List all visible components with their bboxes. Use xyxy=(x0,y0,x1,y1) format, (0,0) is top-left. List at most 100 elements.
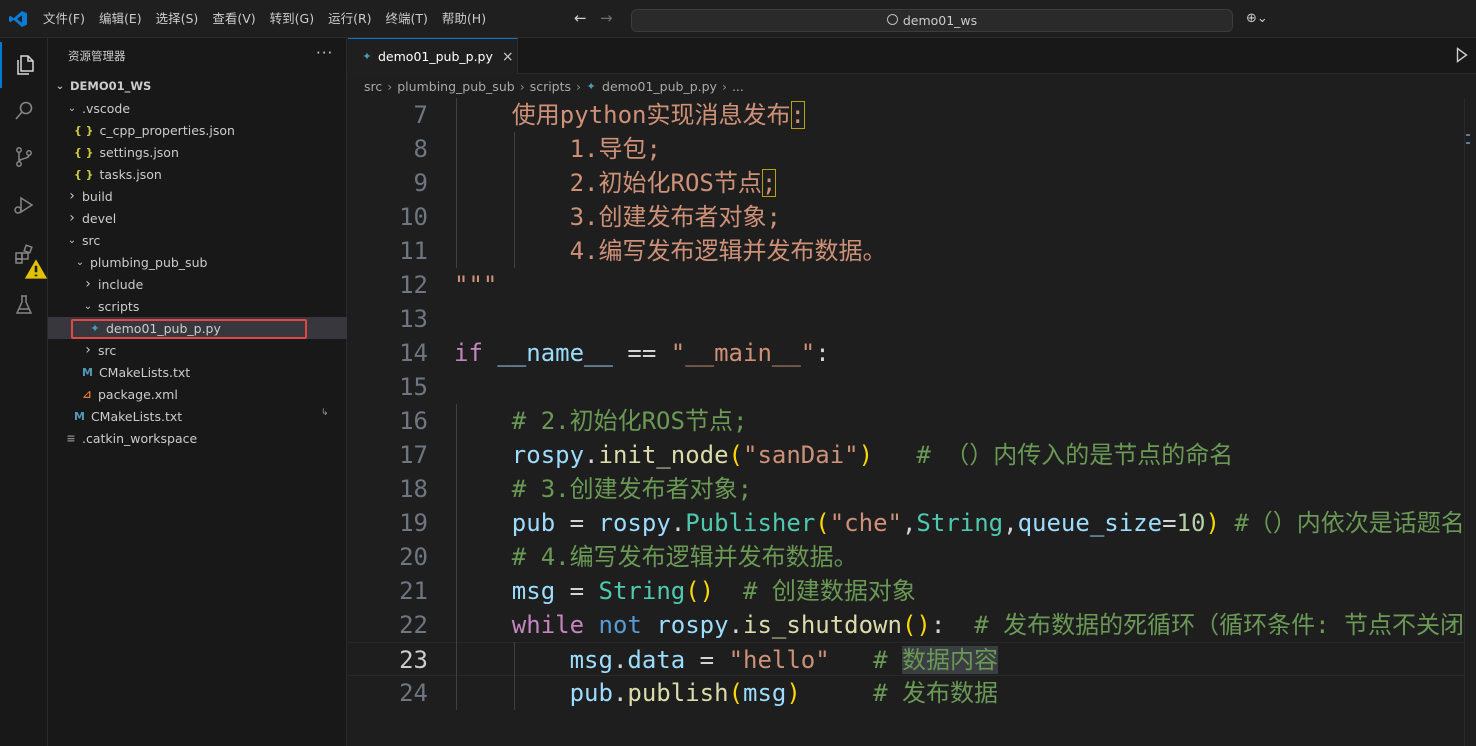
tree-item-c-cpp-properties-json[interactable]: { } c_cpp_properties.json xyxy=(48,119,347,141)
close-icon[interactable]: × xyxy=(502,49,514,65)
search-icon[interactable] xyxy=(0,88,48,134)
tree-item-package-xml[interactable]: ⊿ package.xml xyxy=(48,383,347,405)
code-token: = xyxy=(555,509,599,537)
code-token: String xyxy=(916,509,1004,537)
tree-item-src[interactable]: ⌄ src xyxy=(48,229,347,251)
tree-item-cmakelists-txt[interactable]: M CMakeLists.txt xyxy=(48,405,347,427)
chevron-right-icon: › xyxy=(69,188,75,204)
tree-item-settings-json[interactable]: { } settings.json xyxy=(48,141,347,163)
menu-item-1[interactable]: 编辑(E) xyxy=(92,7,149,31)
menu-item-5[interactable]: 运行(R) xyxy=(321,7,378,31)
code-line: 11 4.编写发布逻辑并发布数据。 xyxy=(348,234,1464,268)
breadcrumb-item[interactable]: demo01_pub_p.py xyxy=(602,79,717,94)
menu-item-4[interactable]: 转到(G) xyxy=(263,7,321,31)
code-token: ) xyxy=(786,679,801,707)
line-number: 17 xyxy=(399,441,428,469)
tree-item-vscode[interactable]: ⌄ .vscode xyxy=(48,97,347,119)
explorer-icon[interactable] xyxy=(0,42,48,88)
code-line: 10 3.创建发布者对象; xyxy=(348,200,1464,234)
breadcrumb-item[interactable]: ... xyxy=(732,79,744,94)
tree-item-src[interactable]: › src xyxy=(48,339,347,361)
code-token: . xyxy=(728,611,744,639)
command-center-search[interactable]: demo01_ws xyxy=(631,9,1233,32)
line-text: msg.data = "hello" # 数据内容 xyxy=(570,643,998,677)
line-number: 20 xyxy=(399,543,428,571)
chevron-right-icon: › xyxy=(387,78,393,94)
command-center-label: demo01_ws xyxy=(902,13,978,28)
menu-item-7[interactable]: 帮助(H) xyxy=(435,7,493,31)
more-actions-icon[interactable]: ··· xyxy=(316,44,333,62)
code-token: = xyxy=(1162,509,1177,537)
tree-item-build[interactable]: › build xyxy=(48,185,347,207)
forward-arrow-icon[interactable]: → xyxy=(600,9,613,27)
menu-item-0[interactable]: 文件(F) xyxy=(36,7,92,31)
tree-item-scripts[interactable]: ⌄ scripts xyxy=(48,295,347,317)
tree-item-demo01-pub-p-py[interactable]: ✦ demo01_pub_p.py xyxy=(48,317,347,339)
testing-flask-icon[interactable] xyxy=(0,282,48,328)
tree-item-include[interactable]: › include xyxy=(48,273,347,295)
source-control-icon[interactable] xyxy=(0,134,48,180)
tree-item-label: scripts xyxy=(98,298,140,314)
breadcrumb-item[interactable]: scripts xyxy=(530,79,571,94)
code-token: ; xyxy=(761,169,777,197)
workspace-file-icon: ≡ xyxy=(66,431,76,445)
tab-demo01-pub-p[interactable]: ✦ demo01_pub_p.py × xyxy=(348,38,518,74)
code-line: 18 # 3.创建发布者对象; xyxy=(348,472,1464,506)
code-token: . xyxy=(584,441,599,469)
tree-item-label: plumbing_pub_sub xyxy=(90,254,208,270)
chevron-down-icon: ⌄ xyxy=(67,102,77,114)
editor-area: ✦ demo01_pub_p.py × src › plumbing_pub_sub… xyxy=(348,38,1476,746)
code-token: # 发布数据 xyxy=(873,679,998,707)
code-token: queue_size xyxy=(1017,509,1163,537)
code-token: rospy xyxy=(656,611,729,639)
code-token: 3.创建发布者对象; xyxy=(569,203,781,231)
back-arrow-icon[interactable]: ← xyxy=(574,9,587,27)
line-text: pub = rospy.Publisher("che",String,queue… xyxy=(512,506,1464,540)
extensions-icon[interactable] xyxy=(0,232,48,279)
code-token: msg xyxy=(511,577,556,605)
tree-item-devel[interactable]: › devel xyxy=(48,207,347,229)
run-debug-icon[interactable] xyxy=(0,182,48,228)
line-text: 3.创建发布者对象; xyxy=(570,200,781,234)
code-line: 9 2.初始化ROS节点; xyxy=(348,166,1464,200)
line-number: 14 xyxy=(399,339,428,367)
tree-item-plumbing-pub-sub[interactable]: ⌄ plumbing_pub_sub xyxy=(48,251,347,273)
menu-item-6[interactable]: 终端(T) xyxy=(379,7,435,31)
tree-item-label: src xyxy=(98,342,117,358)
vertical-scrollbar[interactable] xyxy=(1464,98,1476,746)
code-token: # 发布数据的死循环（循环条件: 节点不关闭） xyxy=(974,611,1464,639)
breadcrumb-item[interactable]: plumbing_pub_sub xyxy=(397,79,514,94)
code-token: "che" xyxy=(829,509,902,537)
workspace-header[interactable]: ⌄ DEMO01_WS xyxy=(48,75,347,97)
cmake-file-icon: M xyxy=(74,409,85,423)
python-file-icon: ✦ xyxy=(90,321,100,335)
line-text: 1.导包; xyxy=(570,132,661,166)
chevron-down-icon: ⌄ xyxy=(83,300,93,312)
code-token: ) xyxy=(1205,509,1220,537)
tree-item-catkin-workspace[interactable]: ≡ .catkin_workspace xyxy=(48,427,347,449)
tree-item-label: demo01_pub_p.py xyxy=(106,320,221,336)
code-token: , xyxy=(901,509,917,537)
line-number: 10 xyxy=(399,203,428,231)
breadcrumb-item[interactable]: src xyxy=(364,79,382,94)
code-token: , xyxy=(1003,509,1018,537)
run-file-icon[interactable] xyxy=(1456,47,1468,63)
tree-item-cmakelists-txt[interactable]: M CMakeLists.txt xyxy=(48,361,347,383)
line-number: 23 xyxy=(399,646,428,674)
line-text: msg = String() # 创建数据对象 xyxy=(512,574,916,608)
code-line: 23 msg.data = "hello" # 数据内容 xyxy=(348,642,1464,676)
copilot-icon[interactable]: ⊕⌄ xyxy=(1246,11,1268,26)
tree-item-tasks-json[interactable]: { } tasks.json xyxy=(48,163,347,185)
code-token: if xyxy=(454,339,483,367)
code-line: 19 pub = rospy.Publisher("che",String,que… xyxy=(348,506,1464,540)
menu-item-3[interactable]: 查看(V) xyxy=(205,7,262,31)
menu-item-2[interactable]: 选择(S) xyxy=(149,7,206,31)
tree-item-label: devel xyxy=(82,210,117,226)
code-token: rospy xyxy=(511,441,585,469)
code-editor[interactable]: 7 使用python实现消息发布: 8 1.导包; 9 2.初始化ROS节点; 10 3.创建… xyxy=(348,98,1464,746)
code-token: = xyxy=(685,646,729,674)
line-text: rospy.init_node("sanDai") # （）内传入的是节点的命名 xyxy=(512,438,1234,472)
